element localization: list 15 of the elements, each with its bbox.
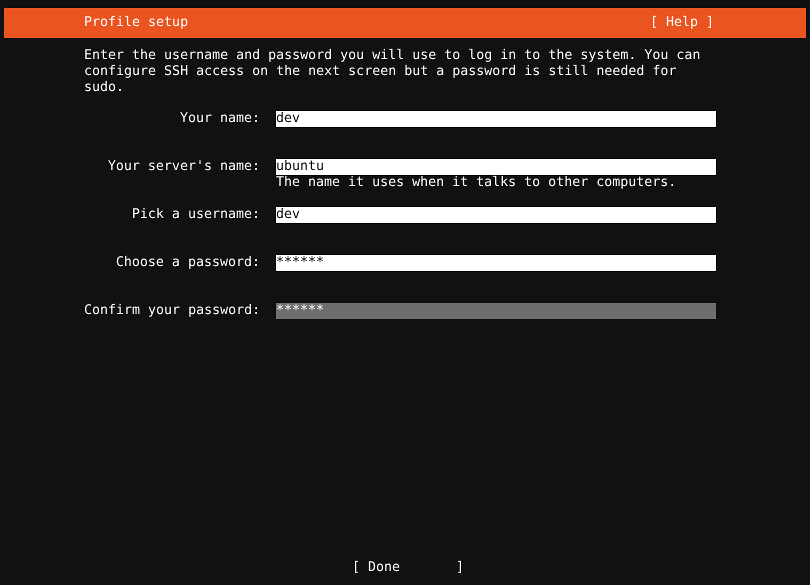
field-hint: The name it uses when it talks to other computers. [276,175,678,191]
instructions-text: Enter the username and password you will use to log in to the system. You can configure SSH access on the next screen but a password is still needed for sudo. [84,48,702,96]
field-label: Confirm your password: [84,303,260,319]
input-field[interactable]: ****** [276,303,716,319]
field-label: Pick a username: [130,207,260,223]
help-link[interactable]: [ Help ] [650,15,714,31]
done-button[interactable]: [ Done ] [346,560,464,576]
field-label: Your server's name: [106,159,260,175]
field-label: Choose a password: [114,255,260,271]
field-label: Your name: [178,111,260,127]
input-field[interactable]: ubuntu [276,159,716,175]
input-field[interactable]: dev [276,111,716,127]
screen-title: Profile setup [84,15,188,31]
input-field[interactable]: ****** [276,255,716,271]
input-field[interactable]: dev [276,207,716,223]
